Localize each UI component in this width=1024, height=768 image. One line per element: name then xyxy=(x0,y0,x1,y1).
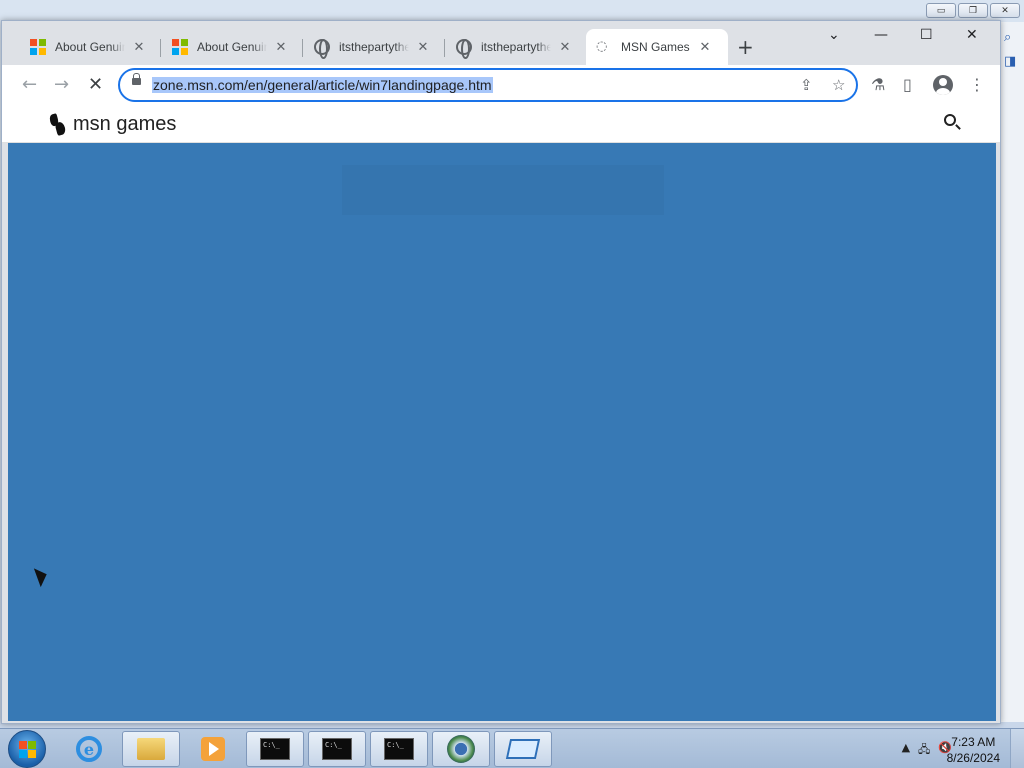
address-bar[interactable]: zone.msn.com/en/general/article/win7land… xyxy=(118,68,858,102)
start-button[interactable] xyxy=(8,730,46,768)
taskbar-file-explorer[interactable] xyxy=(122,731,180,767)
close-button[interactable]: ✕ xyxy=(966,27,978,43)
globe-icon xyxy=(314,39,330,59)
folder-icon xyxy=(137,738,165,760)
chrome-window: About Genuine ✕ About Genuine ✕ itsthepa… xyxy=(1,20,1001,724)
share-icon[interactable]: ⇪ xyxy=(800,76,813,94)
cmd-icon: C:\_ xyxy=(384,738,414,760)
tab-itstheparty-2[interactable]: itsthepartythere ✕ xyxy=(446,29,583,65)
tab-close-icon[interactable]: ✕ xyxy=(697,40,713,55)
taskbar-cmd-3[interactable]: C:\_ xyxy=(370,731,428,767)
show-desktop-button[interactable] xyxy=(1010,729,1024,768)
tab-title: About Genuine xyxy=(197,40,267,54)
background-window-controls: ▭ ❐ ✕ xyxy=(926,3,1020,18)
tab-search-chevron-icon[interactable]: ⌄ xyxy=(828,27,840,43)
clock-time: 7:23 AM xyxy=(951,735,996,749)
network-icon[interactable]: 🖧 xyxy=(918,741,930,760)
taskbar: e C:\_ C:\_ C:\_ ▲ 🖧 🔇 7:23 AM 8/26/2024 xyxy=(0,728,1024,768)
minimize-button[interactable]: — xyxy=(874,27,888,43)
tab-about-genuine-1[interactable]: About Genuine ✕ xyxy=(20,29,157,65)
tab-close-icon[interactable]: ✕ xyxy=(273,40,289,55)
tab-itstheparty-1[interactable]: itsthepartythere ✕ xyxy=(304,29,441,65)
maximize-button[interactable]: ☐ xyxy=(920,27,933,43)
tab-close-icon[interactable]: ✕ xyxy=(557,40,573,55)
profile-avatar-icon[interactable] xyxy=(933,75,953,95)
taskbar-media-player[interactable] xyxy=(184,731,242,767)
taskbar-chrome[interactable] xyxy=(432,731,490,767)
clock[interactable]: 7:23 AM 8/26/2024 xyxy=(947,734,1000,766)
msn-games-logo[interactable]: msn games xyxy=(48,112,176,136)
taskbar-internet-explorer[interactable]: e xyxy=(60,731,118,767)
globe-icon xyxy=(456,39,472,59)
search-icon[interactable]: ⌕ xyxy=(1004,30,1020,46)
page-content xyxy=(8,143,996,721)
media-player-icon xyxy=(201,737,225,761)
stop-loading-button[interactable]: ✕ xyxy=(88,74,103,95)
brand-name: msn games xyxy=(73,112,177,135)
bookmark-star-icon[interactable]: ☆ xyxy=(832,76,845,94)
taskbar-cmd-2[interactable]: C:\_ xyxy=(308,731,366,767)
show-hidden-icons-icon[interactable]: ▲ xyxy=(902,741,910,760)
close-icon[interactable]: ✕ xyxy=(990,3,1020,18)
tab-close-icon[interactable]: ✕ xyxy=(131,40,147,55)
tab-strip: About Genuine ✕ About Genuine ✕ itsthepa… xyxy=(2,21,1000,65)
internet-explorer-icon: e xyxy=(76,736,102,762)
back-button[interactable]: ← xyxy=(22,74,37,95)
taskbar-cmd-1[interactable]: C:\_ xyxy=(246,731,304,767)
tab-title: MSN Games xyxy=(621,40,690,54)
windows-logo-icon xyxy=(19,741,36,758)
loading-placeholder xyxy=(342,165,664,215)
new-tab-button[interactable]: + xyxy=(737,35,754,59)
background-window-side: ⌕ ◨ xyxy=(998,22,1024,722)
side-panel-icon[interactable]: ▯ xyxy=(903,75,912,94)
cmd-icon: C:\_ xyxy=(322,738,352,760)
tab-title: itsthepartythere xyxy=(339,40,409,54)
scroll-icon[interactable]: ◨ xyxy=(1004,54,1020,70)
tab-title: itsthepartythere xyxy=(481,40,551,54)
url-text[interactable]: zone.msn.com/en/general/article/win7land… xyxy=(152,77,493,93)
tab-msn-games[interactable]: ◌ MSN Games ✕ xyxy=(586,29,728,65)
tab-about-genuine-2[interactable]: About Genuine ✕ xyxy=(162,29,299,65)
clock-date: 8/26/2024 xyxy=(946,751,1000,765)
tab-title: About Genuine xyxy=(55,40,125,54)
chrome-icon xyxy=(447,735,475,763)
taskbar-remote-desktop[interactable] xyxy=(494,731,552,767)
restore-icon[interactable]: ❐ xyxy=(958,3,988,18)
msn-header: msn games xyxy=(2,105,1000,143)
tab-close-icon[interactable]: ✕ xyxy=(415,40,431,55)
browser-toolbar: ← → ✕ zone.msn.com/en/general/article/wi… xyxy=(2,65,1000,105)
tab-separator xyxy=(160,39,161,57)
lock-icon[interactable] xyxy=(132,73,141,85)
labs-flask-icon[interactable]: ⚗ xyxy=(871,75,885,94)
tab-separator xyxy=(444,39,445,57)
minimize-icon[interactable]: ▭ xyxy=(926,3,956,18)
system-tray: ▲ 🖧 🔇 xyxy=(902,741,952,760)
cmd-icon: C:\_ xyxy=(260,738,290,760)
tab-separator xyxy=(302,39,303,57)
remote-desktop-icon xyxy=(505,739,541,759)
msn-butterfly-icon xyxy=(48,112,68,136)
forward-button[interactable]: → xyxy=(54,74,69,95)
microsoft-logo-icon xyxy=(172,39,188,55)
microsoft-logo-icon xyxy=(30,39,46,55)
loading-icon: ◌ xyxy=(596,39,608,54)
search-icon[interactable] xyxy=(944,114,956,126)
menu-icon[interactable]: ⋮ xyxy=(969,75,985,94)
